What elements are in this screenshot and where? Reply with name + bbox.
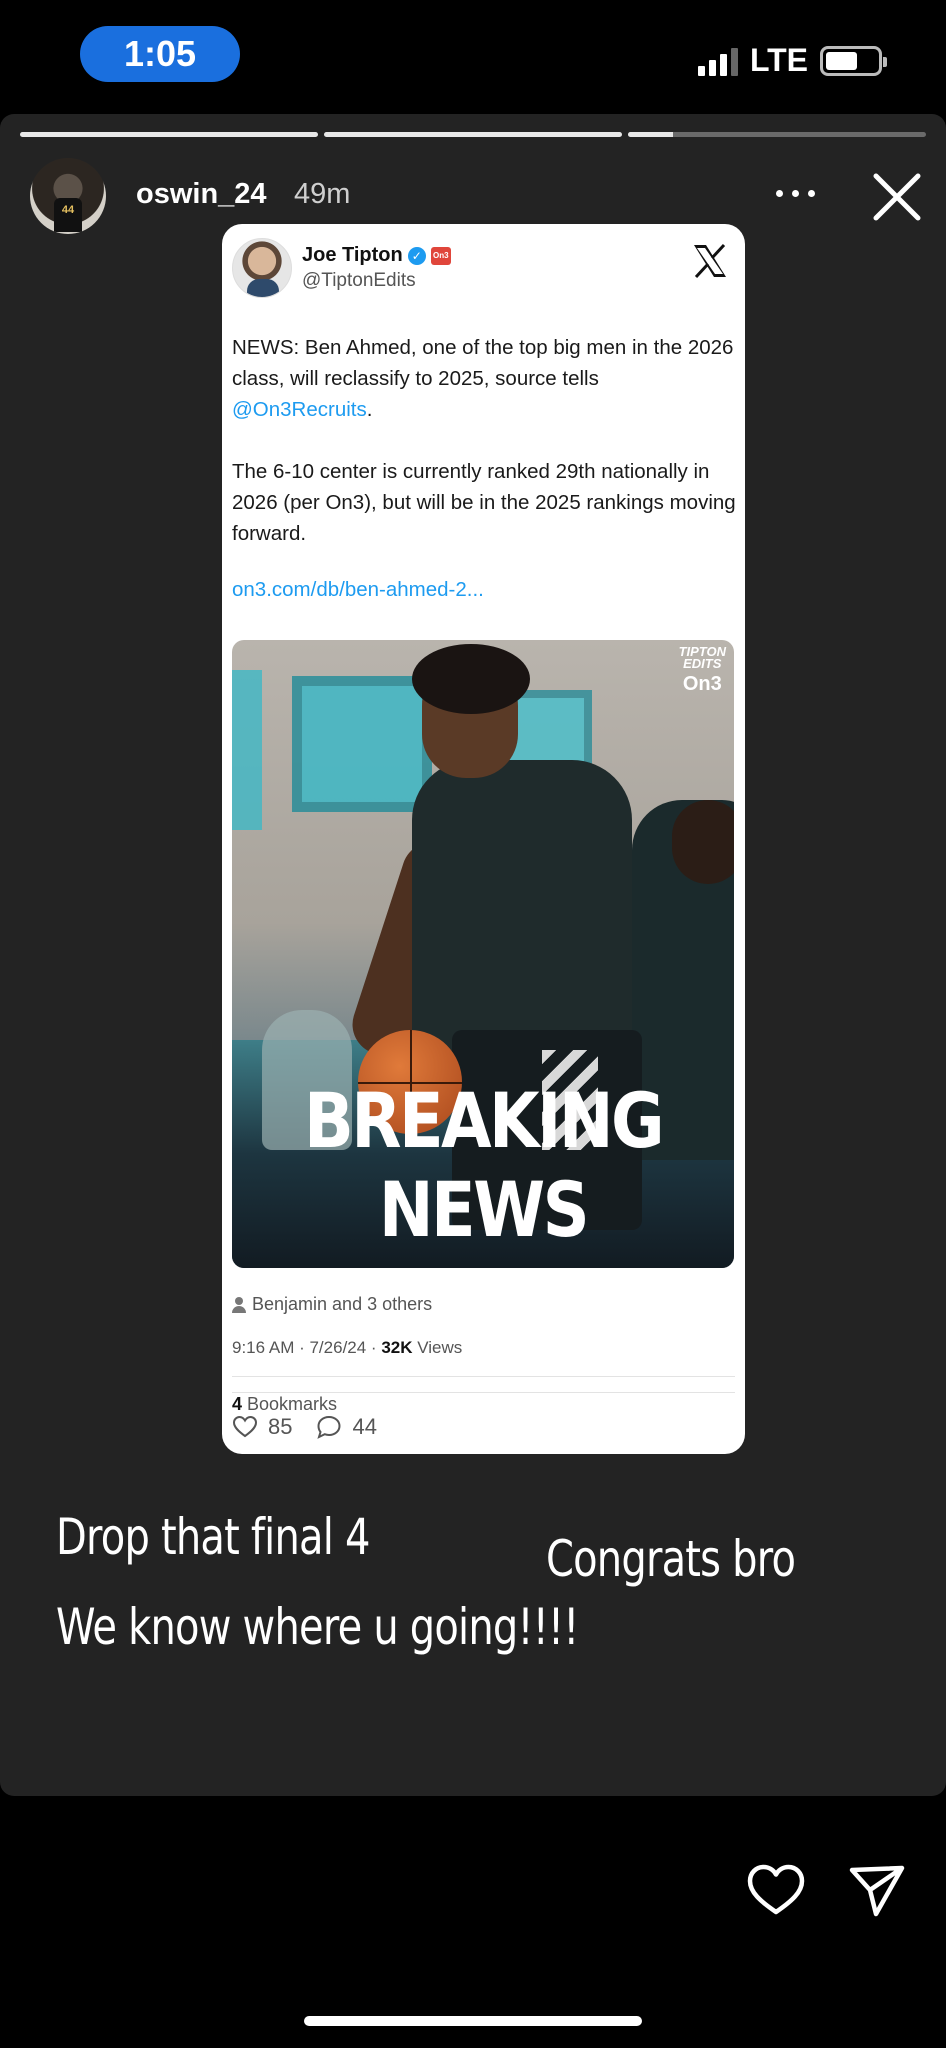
tweet-paragraph-1: NEWS: Ben Ahmed, one of the top big men … bbox=[232, 336, 734, 421]
home-indicator[interactable] bbox=[304, 2016, 642, 2026]
mention-link[interactable]: @On3Recruits bbox=[232, 398, 367, 421]
liked-by-row[interactable]: Benjamin and 3 others bbox=[232, 1294, 432, 1315]
likes-count: 85 bbox=[268, 1414, 293, 1439]
person-icon bbox=[232, 1296, 246, 1313]
story-caption-1[interactable]: Drop that final 4 bbox=[56, 1508, 370, 1566]
status-time-text: 1:05 bbox=[123, 33, 197, 74]
tweet-author-name: Joe Tipton bbox=[302, 244, 403, 266]
tweet-meta: 9:16 AM · 7/26/24 · 32K Views bbox=[232, 1338, 463, 1357]
tweet-media-image[interactable]: TIPTON EDITS On3 BREAKING NEWS bbox=[232, 640, 734, 1268]
tweet-author-avatar bbox=[232, 238, 292, 298]
media-headline: BREAKING NEWS bbox=[303, 1076, 665, 1254]
story-posted-time: 49m bbox=[294, 178, 351, 210]
story-progress-bar bbox=[20, 132, 926, 137]
cellular-signal-icon bbox=[697, 46, 738, 76]
org-badge-icon: On3 bbox=[430, 246, 451, 265]
tweet-author-name-row: Joe Tipton ✓ On3 bbox=[302, 244, 451, 267]
story-progress-segment bbox=[324, 132, 622, 137]
story-progress-segment bbox=[628, 132, 926, 137]
views-count: 32K bbox=[381, 1338, 413, 1357]
send-icon[interactable] bbox=[848, 1862, 906, 1918]
shared-tweet-card[interactable]: Joe Tipton ✓ On3 @TiptonEdits NEWS: Ben … bbox=[222, 224, 745, 1454]
like-icon[interactable] bbox=[232, 1414, 258, 1440]
replies-count: 44 bbox=[352, 1414, 377, 1439]
tweet-engagement-row: 85 44 bbox=[232, 1414, 377, 1440]
status-time[interactable]: 1:05 bbox=[80, 26, 240, 82]
verified-badge-icon: ✓ bbox=[407, 246, 426, 265]
battery-icon bbox=[820, 45, 887, 76]
reply-icon[interactable] bbox=[316, 1414, 342, 1440]
network-type: LTE bbox=[749, 42, 808, 78]
story-viewer[interactable]: 44 oswin_24 49m Joe Tipton ✓ On3 @Tipton… bbox=[0, 114, 946, 1796]
divider bbox=[232, 1376, 735, 1377]
story-username[interactable]: oswin_24 bbox=[136, 178, 267, 211]
tweet-paragraph-2: The 6-10 center is currently ranked 29th… bbox=[232, 460, 736, 545]
media-watermark: TIPTON EDITS On3 bbox=[678, 644, 726, 695]
tweet-author-handle: @TiptonEdits bbox=[302, 270, 416, 291]
status-indicators: LTE bbox=[697, 42, 887, 79]
story-caption-3[interactable]: Congrats bro bbox=[546, 1530, 796, 1588]
x-logo-icon bbox=[694, 243, 726, 279]
divider bbox=[232, 1392, 735, 1393]
tweet-url-link[interactable]: on3.com/db/ben-ahmed-2... bbox=[232, 578, 484, 602]
story-caption-2[interactable]: We know where u going!!!! bbox=[56, 1598, 579, 1656]
tweet-text: NEWS: Ben Ahmed, one of the top big men … bbox=[232, 332, 737, 580]
close-icon[interactable] bbox=[870, 170, 924, 224]
story-author-avatar[interactable]: 44 bbox=[30, 158, 106, 234]
liked-by-text: Benjamin and 3 others bbox=[252, 1294, 433, 1314]
more-options-icon[interactable] bbox=[776, 190, 815, 197]
story-progress-segment bbox=[20, 132, 318, 137]
bookmarks-count: 4 Bookmarks bbox=[232, 1394, 338, 1414]
like-story-icon[interactable] bbox=[746, 1862, 806, 1918]
